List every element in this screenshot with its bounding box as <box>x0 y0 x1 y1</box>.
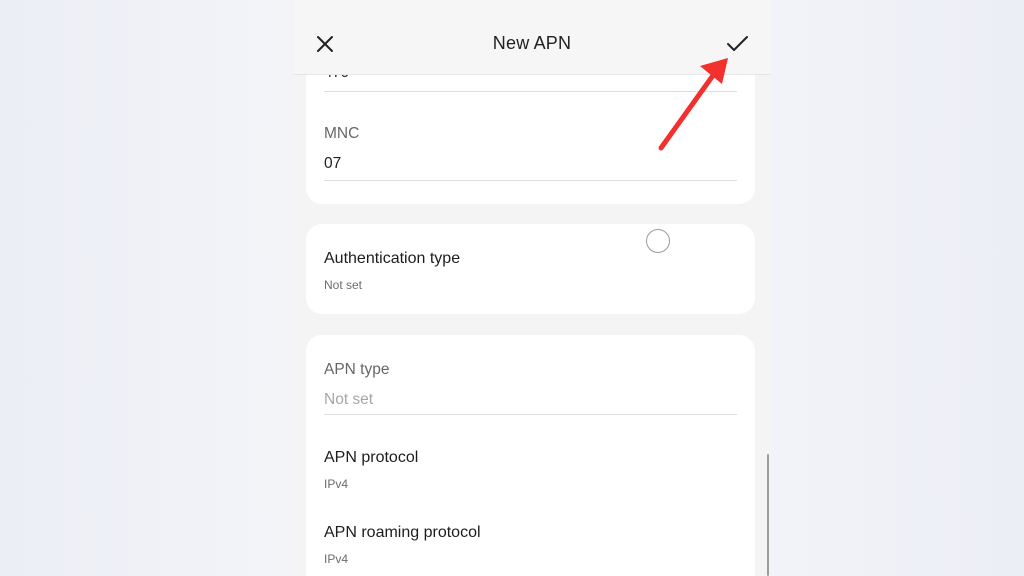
apn-protocol-title: APN protocol <box>324 449 419 466</box>
apn-roaming-protocol-value: IPv4 <box>324 552 349 566</box>
mnc-underline <box>324 180 737 181</box>
apn-type-field[interactable]: Not set <box>324 391 373 409</box>
authentication-type-title: Authentication type <box>324 250 461 267</box>
page-title: New APN <box>492 33 572 53</box>
authentication-type-value: Not set <box>324 278 363 292</box>
apn-protocol-value: IPv4 <box>324 477 349 491</box>
screenshot-stage: New APN 470 MNC 07 Authentication type N… <box>0 0 1024 576</box>
apn-settings-card: APN type Not set APN protocol IPv4 APN r… <box>306 335 755 576</box>
apn-type-label: APN type <box>324 361 390 378</box>
annotation-arrow-icon <box>658 58 728 151</box>
mnc-field[interactable]: 07 <box>324 155 341 173</box>
scrollbar[interactable] <box>767 454 769 576</box>
apn-roaming-protocol-title: APN roaming protocol <box>324 524 481 541</box>
touch-indicator <box>646 229 670 253</box>
authentication-type-card[interactable]: Authentication type Not set <box>306 224 755 314</box>
mnc-label: MNC <box>324 125 360 142</box>
apn-type-underline <box>324 414 737 415</box>
